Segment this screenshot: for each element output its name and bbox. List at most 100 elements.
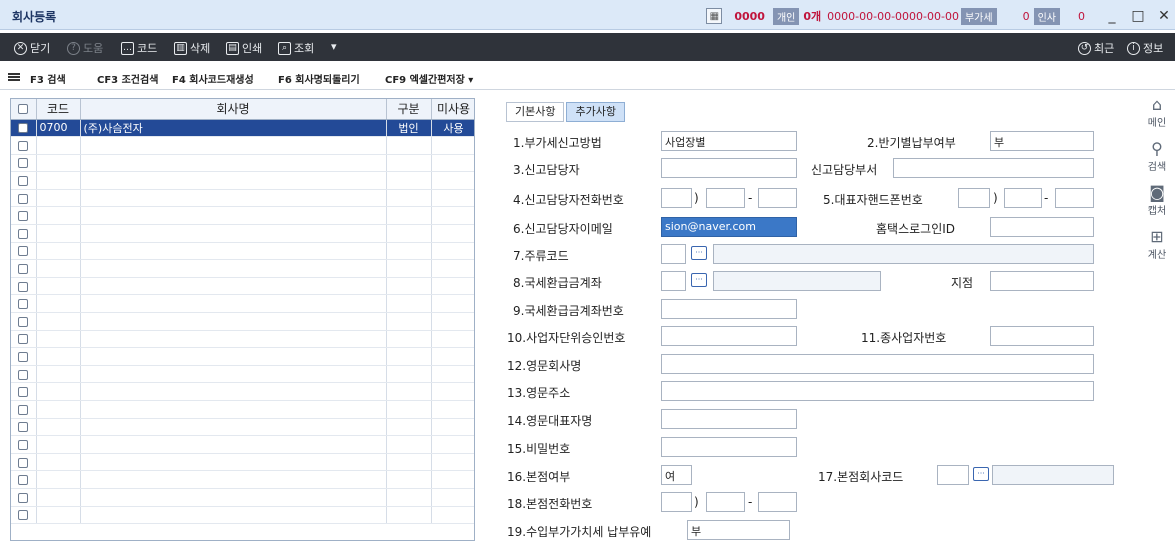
sub-biz-field[interactable] xyxy=(990,326,1094,346)
reporter-dept-field[interactable] xyxy=(893,158,1094,178)
tab-basic[interactable]: 기본사항 xyxy=(506,102,565,122)
row-checkbox[interactable] xyxy=(11,347,37,366)
f6-revert-name-button[interactable]: F6 회사명되돌리기 xyxy=(278,71,360,86)
table-row[interactable] xyxy=(11,224,474,243)
table-row[interactable] xyxy=(11,136,474,155)
reporter-phone-3[interactable] xyxy=(758,188,797,208)
table-row[interactable] xyxy=(11,400,474,419)
row-checkbox[interactable] xyxy=(11,224,37,243)
print-button[interactable]: ▤ 인쇄 xyxy=(226,40,262,56)
cf9-excel-save-button[interactable]: CF9 엑셀간편저장 ▾ xyxy=(385,71,473,86)
half-pay-field[interactable]: 부 xyxy=(990,131,1094,151)
row-checkbox[interactable] xyxy=(11,365,37,384)
import-vat-field[interactable]: 부 xyxy=(687,520,790,540)
table-row[interactable] xyxy=(11,171,474,190)
head-code-field[interactable] xyxy=(937,465,969,485)
code-help-icon[interactable]: ··· xyxy=(973,467,989,481)
row-checkbox[interactable] xyxy=(11,400,37,419)
ceo-mobile-1[interactable] xyxy=(958,188,990,208)
eng-ceo-field[interactable] xyxy=(661,409,797,429)
table-row[interactable] xyxy=(11,189,474,208)
row-checkbox[interactable] xyxy=(11,242,37,261)
main-shortcut[interactable]: ⌂ 메인 xyxy=(1139,96,1175,130)
row-checkbox[interactable] xyxy=(11,453,37,472)
menu-icon[interactable] xyxy=(8,73,20,81)
f4-regenerate-code-button[interactable]: F4 회사코드재생성 xyxy=(172,71,254,86)
row-checkbox[interactable] xyxy=(11,171,37,190)
row-checkbox[interactable] xyxy=(11,294,37,314)
head-phone-3[interactable] xyxy=(758,492,797,512)
table-row[interactable] xyxy=(11,312,474,331)
password-field[interactable] xyxy=(661,437,797,457)
table-row[interactable] xyxy=(11,277,474,296)
reporter-phone-2[interactable] xyxy=(706,188,745,208)
head-phone-2[interactable] xyxy=(706,492,745,512)
ceo-mobile-2[interactable] xyxy=(1004,188,1042,208)
reporter-field[interactable] xyxy=(661,158,797,178)
row-checkbox[interactable] xyxy=(11,382,37,401)
eng-name-field[interactable] xyxy=(661,354,1094,374)
select-all-checkbox[interactable] xyxy=(11,99,37,120)
table-row[interactable] xyxy=(11,259,474,278)
capture-shortcut[interactable]: ◙ 캡처 xyxy=(1139,184,1175,218)
tab-additional[interactable]: 추가사항 xyxy=(566,102,625,122)
table-row[interactable] xyxy=(11,347,474,366)
search-shortcut[interactable]: ⚲ 검색 xyxy=(1139,140,1175,174)
row-checkbox[interactable] xyxy=(11,330,37,349)
row-checkbox[interactable] xyxy=(11,435,37,454)
reporter-email-field[interactable]: sion@naver.com xyxy=(661,217,797,237)
row-checkbox[interactable] xyxy=(11,154,37,173)
row-checkbox[interactable] xyxy=(11,418,37,437)
table-row[interactable] xyxy=(11,488,474,507)
table-row[interactable] xyxy=(11,206,474,226)
code-help-icon[interactable]: ··· xyxy=(691,246,707,260)
row-checkbox[interactable] xyxy=(11,488,37,507)
vat-method-field[interactable]: 사업장별 xyxy=(661,131,797,151)
row-checkbox[interactable] xyxy=(11,189,37,208)
ceo-mobile-3[interactable] xyxy=(1055,188,1094,208)
refund-number-field[interactable] xyxy=(661,299,797,319)
table-row[interactable] xyxy=(11,382,474,401)
calc-shortcut[interactable]: ⊞ 계산 xyxy=(1139,228,1175,262)
liquor-code-field[interactable] xyxy=(661,244,686,264)
table-row[interactable] xyxy=(11,470,474,489)
row-checkbox[interactable] xyxy=(11,206,37,226)
table-row[interactable] xyxy=(11,453,474,472)
minimize-button[interactable]: _ xyxy=(1101,8,1123,24)
head-office-field[interactable]: 여 xyxy=(661,465,692,485)
table-row[interactable] xyxy=(11,330,474,349)
eng-address-field[interactable] xyxy=(661,381,1094,401)
header-type[interactable]: 구분 xyxy=(386,99,432,120)
header-unused[interactable]: 미사용 xyxy=(431,99,474,120)
hometax-field[interactable] xyxy=(990,217,1094,237)
table-row[interactable] xyxy=(11,365,474,384)
row-checkbox[interactable] xyxy=(11,470,37,489)
row-checkbox[interactable] xyxy=(11,312,37,331)
branch-field[interactable] xyxy=(990,271,1094,291)
maximize-button[interactable]: □ xyxy=(1127,8,1149,24)
header-code[interactable]: 코드 xyxy=(36,99,81,120)
more-dropdown[interactable]: ▾ xyxy=(331,40,337,53)
row-checkbox[interactable] xyxy=(11,119,37,138)
cf3-condition-search-button[interactable]: CF3 조건검색 xyxy=(97,71,158,86)
biz-unit-field[interactable] xyxy=(661,326,797,346)
table-row[interactable] xyxy=(11,506,474,525)
calculator-icon[interactable]: ▦ xyxy=(706,8,723,24)
close-button[interactable]: ✕ 닫기 xyxy=(14,40,50,56)
table-row[interactable] xyxy=(11,418,474,437)
table-row[interactable]: 0700 (주)사슴전자 법인 사용 xyxy=(11,119,474,138)
code-button[interactable]: … 코드 xyxy=(121,40,157,56)
delete-button[interactable]: ▥ 삭제 xyxy=(174,40,210,56)
row-checkbox[interactable] xyxy=(11,277,37,296)
table-row[interactable] xyxy=(11,435,474,454)
table-row[interactable] xyxy=(11,242,474,261)
query-button[interactable]: ⌕ 조회 xyxy=(278,40,314,56)
help-button[interactable]: ? 도움 xyxy=(67,40,103,56)
recent-button[interactable]: ↺ 최근 xyxy=(1078,40,1114,56)
f3-search-button[interactable]: F3 검색 xyxy=(30,71,66,86)
table-row[interactable] xyxy=(11,294,474,314)
row-checkbox[interactable] xyxy=(11,506,37,525)
reporter-phone-1[interactable] xyxy=(661,188,692,208)
info-button[interactable]: i 정보 xyxy=(1127,40,1163,56)
row-checkbox[interactable] xyxy=(11,136,37,155)
